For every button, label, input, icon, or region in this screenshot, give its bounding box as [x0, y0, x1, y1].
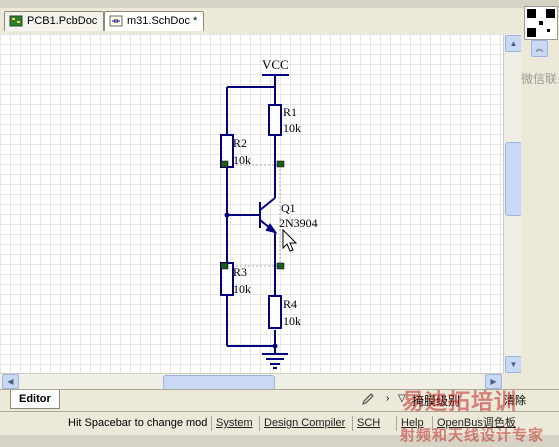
chevron-up-icon: ▲: [509, 39, 518, 48]
q1-value: 2N3904: [279, 216, 318, 230]
horizontal-scroll-thumb[interactable]: [163, 375, 275, 390]
scroll-down-button[interactable]: ▼: [505, 356, 522, 373]
ground-symbol[interactable]: [262, 353, 288, 369]
r4-designator: R4: [283, 297, 297, 311]
watermark-brand: 易迪拓培训: [402, 389, 518, 414]
tab-pcb1-pcbdoc[interactable]: PCB1.PcbDoc: [4, 11, 105, 34]
vertical-scrollbar[interactable]: ▲ ▼: [503, 34, 522, 373]
r2-value: 10k: [233, 153, 251, 167]
pencil-icon: [360, 391, 376, 410]
status-message: Hit Spacebar to change mod: [68, 417, 208, 429]
r3-designator: R3: [233, 265, 247, 279]
r4-value: 10k: [283, 314, 301, 328]
chevron-down-icon: ▼: [509, 360, 518, 369]
panel-button-system[interactable]: System: [211, 416, 253, 431]
transistor-q1[interactable]: [259, 197, 278, 234]
tab-label: PCB1.PcbDoc: [27, 15, 98, 27]
wires: [226, 75, 276, 354]
sch-doc-icon: [109, 15, 123, 34]
q1-designator: Q1: [281, 201, 296, 215]
chevron-left-icon: ◀: [7, 377, 14, 386]
vertical-scroll-thumb[interactable]: [505, 142, 522, 216]
chevron-right-icon: ›: [386, 393, 390, 404]
panel-button-design-compiler[interactable]: Design Compiler: [259, 416, 345, 431]
r1-designator: R1: [283, 105, 297, 119]
watermark-wechat: 微信联系: [521, 72, 559, 86]
tab-editor[interactable]: Editor: [10, 390, 60, 409]
right-panel-rail: ︽ 微信联系: [521, 6, 559, 373]
watermark-tagline: 射频和天线设计专家: [400, 427, 545, 444]
tab-m31-schdoc[interactable]: m31.SchDoc *: [104, 11, 205, 34]
resistor-r4[interactable]: [268, 295, 282, 329]
schematic-canvas[interactable]: VCC R1 10k R2 10k Q1 2N3904 R3 10k R4 10…: [0, 34, 504, 373]
panel-button-sch[interactable]: SCH: [352, 416, 380, 431]
pcb-doc-icon: [9, 15, 23, 34]
r2-designator: R2: [233, 136, 247, 150]
scroll-left-button[interactable]: ◀: [2, 374, 19, 389]
panel-collapse-button[interactable]: ︽: [531, 40, 548, 57]
vcc-label: VCC: [262, 57, 289, 72]
qr-code-image: [524, 6, 558, 40]
editor-tab-label: Editor: [19, 393, 51, 405]
r1-value: 10k: [283, 121, 301, 135]
chevron-up-icon: ︽: [535, 44, 544, 53]
document-tab-bar: PCB1.PcbDoc m31.SchDoc *: [0, 8, 559, 35]
r3-value: 10k: [233, 282, 251, 296]
schematic-drawing: VCC R1 10k R2 10k Q1 2N3904 R3 10k R4 10…: [220, 57, 318, 369]
scroll-up-button[interactable]: ▲: [505, 35, 522, 52]
tab-label: m31.SchDoc *: [127, 15, 198, 27]
mouse-cursor-icon: [282, 228, 298, 252]
resistor-r1[interactable]: [268, 104, 282, 136]
